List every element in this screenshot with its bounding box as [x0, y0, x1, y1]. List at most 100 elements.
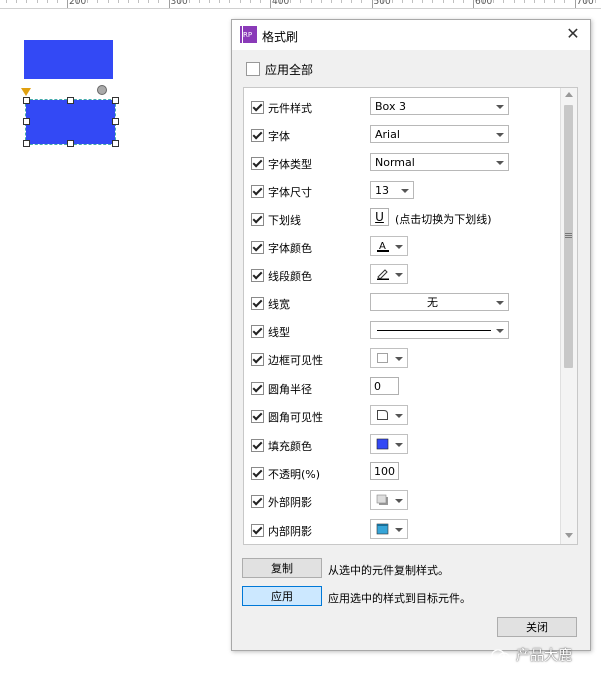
- option-checkbox[interactable]: [251, 101, 264, 114]
- ruler-minor-tick: [564, 0, 566, 3]
- canvas-box-shape[interactable]: [24, 40, 113, 79]
- ruler-minor-tick: [320, 0, 322, 3]
- ruler-minor-tick: [148, 0, 150, 3]
- style-option-row: 不透明(%) 100: [244, 462, 564, 490]
- ruler-minor-tick: [544, 0, 546, 3]
- option-dropdown[interactable]: 13: [370, 181, 414, 199]
- option-label: 圆角可见性: [268, 411, 323, 424]
- ruler-minor-tick: [259, 0, 261, 3]
- option-checkbox[interactable]: [251, 467, 264, 480]
- underline-toggle-button[interactable]: U: [370, 208, 389, 226]
- scrollbar-thumb[interactable]: [564, 105, 573, 368]
- icon-dropdown[interactable]: [370, 490, 408, 510]
- resize-handle[interactable]: [112, 97, 119, 104]
- option-checkbox[interactable]: [251, 129, 264, 142]
- ruler-minor-tick: [26, 0, 28, 3]
- ruler-minor-tick: [513, 0, 515, 3]
- ruler-minor-tick: [594, 0, 596, 3]
- ruler-minor-tick: [46, 0, 48, 3]
- apply-all-checkbox-box[interactable]: [246, 62, 260, 76]
- option-label: 字体颜色: [268, 242, 312, 255]
- icon-dropdown[interactable]: [370, 348, 408, 368]
- style-options-panel: 元件样式 Box 3 字体 Arial 字体类型 Normal 字体尺寸 13 下划线 U (点击切…: [243, 87, 578, 545]
- icon-dropdown[interactable]: [370, 434, 408, 454]
- ruler-minor-tick: [361, 0, 363, 3]
- option-checkbox[interactable]: [251, 185, 264, 198]
- chevron-down-icon: [401, 189, 409, 193]
- icon-dropdown[interactable]: [370, 405, 408, 425]
- option-dropdown[interactable]: [370, 321, 509, 339]
- ruler-minor-tick: [554, 0, 556, 3]
- ruler-major-tick: [473, 0, 474, 8]
- apply-button[interactable]: 应用: [242, 586, 322, 606]
- option-checkbox[interactable]: [251, 297, 264, 310]
- style-option-row: 元件样式 Box 3: [244, 96, 564, 124]
- resize-handle[interactable]: [23, 118, 30, 125]
- chevron-down-icon: [395, 528, 403, 532]
- ruler-minor-tick: [36, 0, 38, 3]
- icon-dropdown[interactable]: A: [370, 236, 408, 256]
- ruler-major-tick: [574, 0, 576, 8]
- ruler-minor-tick: [127, 0, 129, 3]
- option-dropdown[interactable]: Normal: [370, 153, 509, 171]
- style-option-row: 外部阴影: [244, 490, 564, 518]
- resize-handle[interactable]: [67, 97, 74, 104]
- style-option-row: 下划线 U (点击切换为下划线): [244, 208, 564, 236]
- border-visibility-icon: [376, 352, 390, 364]
- rotate-handle-icon[interactable]: [97, 85, 107, 95]
- vertical-scrollbar[interactable]: [560, 88, 577, 544]
- scroll-up-icon[interactable]: [565, 92, 573, 97]
- resize-handle[interactable]: [23, 140, 30, 147]
- option-text-input[interactable]: 100: [370, 462, 399, 480]
- option-checkbox[interactable]: [251, 495, 264, 508]
- copy-button[interactable]: 复制: [242, 558, 322, 578]
- style-option-row: 字体颜色 A: [244, 236, 564, 264]
- anchor-triangle-icon[interactable]: [21, 88, 31, 96]
- ruler-minor-tick: [290, 0, 292, 3]
- option-label: 不透明(%): [268, 468, 321, 481]
- option-checkbox[interactable]: [251, 213, 264, 226]
- font-color-icon: A: [376, 240, 390, 252]
- option-checkbox[interactable]: [251, 157, 264, 170]
- option-checkbox[interactable]: [251, 410, 264, 423]
- option-dropdown[interactable]: 无: [370, 293, 509, 311]
- resize-handle[interactable]: [112, 118, 119, 125]
- option-dropdown[interactable]: Box 3: [370, 97, 509, 115]
- ruler-major-tick: [168, 0, 170, 8]
- ruler-minor-tick: [97, 0, 99, 3]
- icon-dropdown[interactable]: [370, 264, 408, 284]
- ruler-minor-tick: [239, 0, 241, 3]
- style-option-row: 字体尺寸 13: [244, 180, 564, 208]
- chevron-down-icon: [496, 133, 504, 137]
- option-checkbox[interactable]: [251, 382, 264, 395]
- ruler-minor-tick: [56, 0, 58, 3]
- option-text-input[interactable]: 0: [370, 377, 399, 395]
- selected-box-shape[interactable]: [25, 99, 116, 145]
- option-checkbox[interactable]: [251, 353, 264, 366]
- option-checkbox[interactable]: [251, 439, 264, 452]
- ruler-minor-tick: [178, 0, 180, 3]
- resize-handle[interactable]: [67, 140, 74, 147]
- resize-handle[interactable]: [23, 97, 30, 104]
- resize-handle[interactable]: [112, 140, 119, 147]
- icon-dropdown[interactable]: [370, 519, 408, 539]
- option-checkbox[interactable]: [251, 524, 264, 537]
- scroll-down-icon[interactable]: [565, 533, 573, 538]
- dialog-titlebar: RP 格式刷 ✕: [232, 20, 590, 50]
- option-dropdown[interactable]: Arial: [370, 125, 509, 143]
- pen-icon: [376, 268, 390, 280]
- option-label: 线型: [268, 326, 290, 339]
- ruler-major-tick: [67, 0, 68, 8]
- option-checkbox[interactable]: [251, 325, 264, 338]
- style-option-row: 线段颜色: [244, 264, 564, 292]
- close-button[interactable]: 关闭: [497, 617, 577, 637]
- option-label: 内部阴影: [268, 525, 312, 538]
- style-option-row: 字体 Arial: [244, 124, 564, 152]
- ruler-minor-tick: [198, 0, 200, 3]
- ruler-minor-tick: [401, 0, 403, 3]
- format-painter-dialog: RP 格式刷 ✕ 应用全部 元件样式 Box 3 字体 Arial 字体类型 Normal…: [231, 19, 591, 651]
- ruler-minor-tick: [493, 0, 495, 3]
- option-checkbox[interactable]: [251, 241, 264, 254]
- close-icon[interactable]: ✕: [565, 26, 581, 42]
- option-checkbox[interactable]: [251, 269, 264, 282]
